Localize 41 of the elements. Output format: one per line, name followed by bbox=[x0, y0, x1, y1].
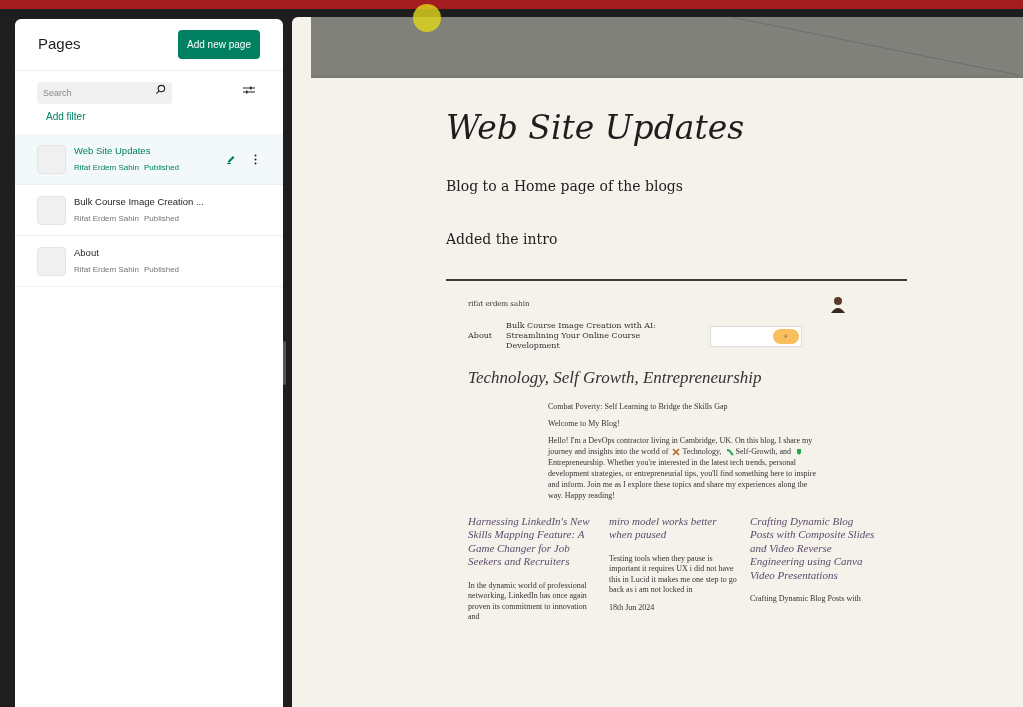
page-status: Published bbox=[143, 162, 180, 175]
page-author: Rifat Erdem Sahin bbox=[74, 162, 139, 175]
intro-text: Combat Poverty: Self Learning to Bridge the Skills Gap bbox=[548, 400, 729, 412]
filter-settings-icon[interactable] bbox=[243, 85, 255, 95]
page-title: Web Site Updates bbox=[74, 143, 152, 158]
resize-handle[interactable] bbox=[283, 341, 286, 385]
page-title: About bbox=[74, 245, 100, 260]
post-excerpt: Testing tools when they pause is important it requires UX i did not have this in Lucid it makes me one step to go back as i am not locked in bbox=[609, 553, 737, 596]
panel-title: Pages bbox=[38, 34, 81, 55]
site-tagline: Technology, Self Growth, Entrepreneurship bbox=[468, 367, 763, 389]
nav-link[interactable]: Bulk Course Image Creation with AI: Streamlining Your Online Course Development bbox=[506, 321, 687, 351]
page-list-item[interactable]: Web Site Updates Rifat Erdem Sahin Published bbox=[15, 134, 283, 185]
pencil-icon[interactable] bbox=[226, 154, 236, 164]
search-field[interactable]: Search bbox=[37, 82, 172, 104]
avatar bbox=[829, 295, 847, 313]
leaf-icon bbox=[795, 447, 804, 456]
post-title[interactable]: miro model works better when paused bbox=[609, 514, 737, 542]
page-title: Bulk Course Image Creation ... bbox=[74, 194, 205, 209]
page-author: Rifat Erdem Sahin bbox=[74, 213, 139, 226]
post-title[interactable]: Harnessing LinkedIn's New Skills Mapping Feature: A Game Changer for Job Seekers and Recruiters bbox=[468, 514, 596, 569]
add-filter-link[interactable]: Add filter bbox=[46, 109, 86, 124]
seedling-icon bbox=[725, 447, 734, 456]
page-status: Published bbox=[143, 213, 180, 226]
post-excerpt: In the dynamic world of professional networking, LinkedIn has once again proven its commitment to innovation and bbox=[468, 580, 588, 623]
intro-text: Welcome to My Blog! bbox=[548, 417, 621, 429]
paragraph: Blog to a Home page of the blogs bbox=[446, 177, 684, 196]
more-options-icon[interactable] bbox=[254, 153, 257, 165]
page-heading: Web Site Updates bbox=[446, 107, 746, 149]
post-excerpt: Crafting Dynamic Blog Posts with bbox=[750, 594, 862, 605]
page-status: Published bbox=[143, 264, 180, 277]
page-thumbnail bbox=[37, 195, 66, 225]
paragraph: Added the intro bbox=[446, 230, 559, 249]
nav-link[interactable]: About bbox=[468, 331, 493, 341]
tools-icon bbox=[672, 447, 681, 456]
intro-paragraph: Hello! I'm a DevOps contractor living in Cambridge, UK. On this blog, I share my journey and insights into the world of Technology, Self-Growth, and Entrepreneurship. Whether you're interested in the latest tech trends, personal development strategies, or entrepreneurial tips, you'll find something here to inspire and inform. Join me as I explore these topics and share my experiences along the way. Happy reading! bbox=[548, 434, 818, 501]
add-page-button[interactable]: Add new page bbox=[178, 30, 260, 59]
post-date: 18th Jun 2024 bbox=[609, 601, 656, 614]
post-title[interactable]: Crafting Dynamic Blog Posts with Composite Slides and Video Reverse Engineering using Canva Video Presentations bbox=[750, 514, 878, 582]
page-author: Rifat Erdem Sahin bbox=[74, 264, 139, 277]
search-icon bbox=[155, 84, 166, 95]
page-thumbnail bbox=[37, 246, 66, 276]
